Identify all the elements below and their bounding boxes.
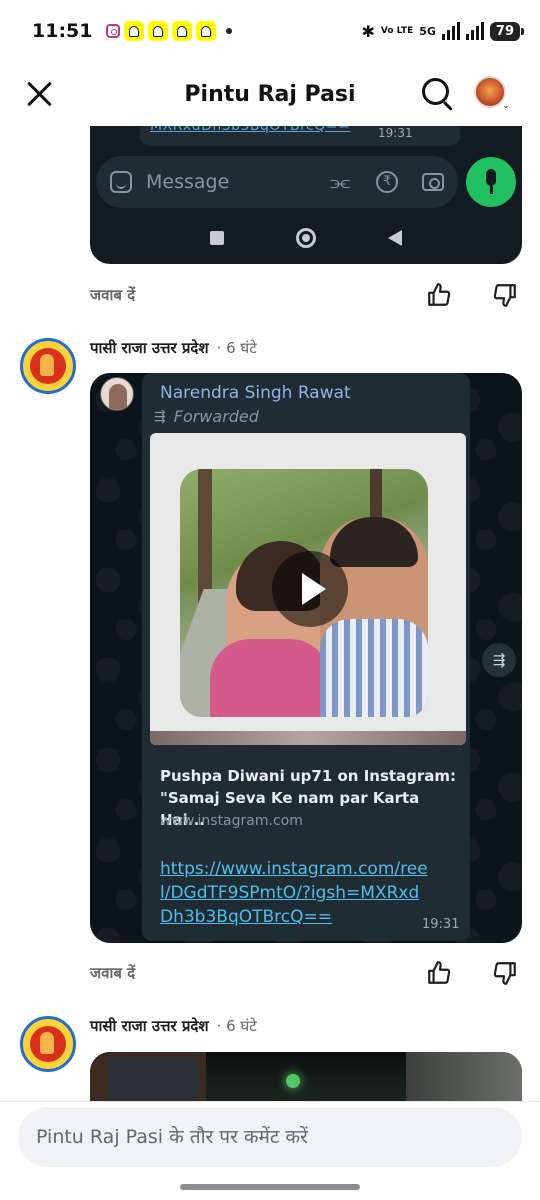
forward-arrow-icon: ⇶ — [154, 408, 166, 425]
reply-button[interactable]: जवाब दें — [90, 285, 135, 305]
sender-name: Narendra Singh Rawat — [160, 383, 351, 403]
more-notifications-dot — [226, 28, 233, 34]
message-time: 19:31 — [378, 126, 413, 140]
home-indicator[interactable] — [180, 1184, 360, 1190]
comment-actions: जवाब दें — [90, 958, 522, 988]
comment-time: · 6 घंटे — [216, 339, 257, 357]
microphone-icon — [466, 157, 516, 207]
comment-header: पासी राजा उत्तर प्रदेश · 6 घंटे — [90, 336, 257, 360]
recents-icon — [210, 231, 224, 245]
comment-composer — [0, 1101, 540, 1200]
signal-icon — [441, 22, 460, 40]
dislike-icon[interactable] — [492, 960, 518, 986]
paperclip-icon: ⫘ — [330, 169, 350, 195]
back-icon — [388, 230, 402, 246]
sender-avatar — [100, 377, 134, 411]
like-icon[interactable] — [426, 960, 452, 986]
message-link: https://www.instagram.com/reel/DGdTF9SPm… — [160, 859, 428, 927]
comment-image[interactable]: MXRxdDh3b3BqOTBrcQ== 19:31 Message ⫘ ₹ — [90, 126, 522, 264]
camera-icon — [422, 173, 444, 191]
link-preview-thumbnail — [150, 433, 466, 745]
message-input-bar: Message ⫘ ₹ — [96, 156, 458, 208]
snapchat-icon — [148, 21, 169, 41]
system-icons: ✱ Vo LTE 5G 79 — [361, 21, 525, 41]
status-time: 11:51 — [32, 20, 93, 42]
message-link: MXRxdDh3b3BqOTBrcQ== — [150, 126, 351, 134]
message-time: 19:31 — [422, 917, 460, 932]
comment-actions: जवाब दें — [90, 280, 522, 310]
home-icon — [296, 228, 316, 248]
forwarded-label: ⇶ Forwarded — [154, 407, 259, 426]
commenter-avatar[interactable] — [20, 1016, 76, 1072]
message-placeholder: Message — [146, 171, 230, 193]
notification-icons — [106, 21, 233, 41]
reply-button[interactable]: जवाब दें — [90, 963, 135, 983]
search-button[interactable] — [420, 76, 456, 112]
comment-input[interactable] — [18, 1107, 522, 1167]
android-nav-bar — [90, 218, 522, 258]
comments-feed[interactable]: MXRxdDh3b3BqOTBrcQ== 19:31 Message ⫘ ₹ ज… — [0, 126, 540, 1101]
link-preview-domain: www.instagram.com — [160, 813, 303, 829]
rupee-icon: ₹ — [376, 171, 398, 193]
share-forward-icon: ⇶ — [482, 643, 516, 677]
profile-switcher[interactable]: ⌄ — [474, 76, 512, 112]
snapchat-icon — [124, 21, 145, 41]
comment-time: · 6 घंटे — [216, 1017, 257, 1035]
battery-icon: 79 — [489, 21, 525, 41]
comment-author[interactable]: पासी राजा उत्तर प्रदेश — [90, 338, 209, 358]
comment-header: पासी राजा उत्तर प्रदेश · 6 घंटे — [90, 1014, 257, 1038]
commenter-avatar[interactable] — [20, 338, 76, 394]
sticker-icon — [110, 171, 132, 193]
comment-image[interactable]: Narendra Singh Rawat ⇶ Forwarded Pushpa D… — [90, 373, 522, 943]
snapchat-icon — [196, 21, 217, 41]
app-header: Pintu Raj Pasi ⌄ — [0, 62, 540, 126]
instagram-icon — [106, 24, 121, 38]
signal-icon — [465, 22, 484, 40]
dislike-icon[interactable] — [492, 282, 518, 308]
page-title: Pintu Raj Pasi — [184, 81, 356, 107]
status-bar: 11:51 ✱ Vo LTE 5G 79 — [0, 0, 540, 62]
bluetooth-icon: ✱ — [361, 21, 375, 41]
like-icon[interactable] — [426, 282, 452, 308]
network-gen-indicator: 5G — [419, 24, 436, 38]
comment-author[interactable]: पासी राजा उत्तर प्रदेश — [90, 1016, 209, 1036]
snapchat-icon — [172, 21, 193, 41]
chevron-down-icon: ⌄ — [500, 100, 512, 112]
close-button[interactable] — [24, 78, 56, 110]
play-icon — [272, 551, 348, 627]
comment-image[interactable] — [90, 1052, 522, 1101]
volte-indicator: Vo LTE — [380, 26, 414, 36]
whatsapp-message-bubble: Narendra Singh Rawat ⇶ Forwarded Pushpa D… — [142, 373, 470, 941]
